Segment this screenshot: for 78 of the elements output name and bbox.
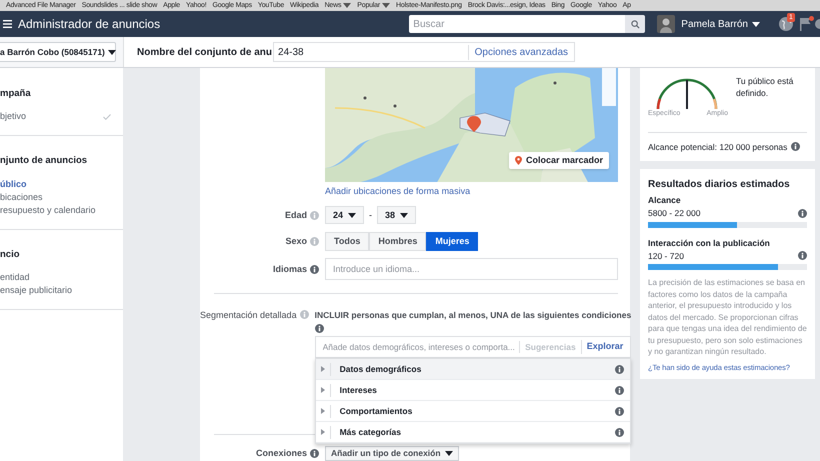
connection-type-button[interactable]: Añadir un tipo de conexión <box>325 446 459 461</box>
info-icon <box>615 386 624 394</box>
category-item[interactable]: Datos demográficos <box>316 359 630 380</box>
flag-icon[interactable] <box>800 17 812 31</box>
field-label: Conexiones <box>256 446 307 460</box>
expand-icon <box>320 408 325 414</box>
search-field[interactable]: Buscar <box>409 15 626 33</box>
place-marker-button[interactable]: Colocar marcador <box>508 152 609 169</box>
user-menu[interactable]: Pamela Barrón <box>681 16 760 32</box>
gender-option[interactable]: Todos <box>325 232 370 252</box>
audience-status: Tu público está definido. <box>736 75 794 100</box>
account-selector[interactable]: a Barrón Cobo (50845171) <box>0 42 116 62</box>
info-icon <box>798 251 807 260</box>
caret-icon <box>108 50 116 54</box>
info-icon <box>310 237 319 246</box>
expand-icon <box>320 387 325 393</box>
avatar[interactable] <box>657 15 676 33</box>
field-label: Sexo <box>285 235 307 248</box>
section-title: njunto de anuncios <box>0 154 88 168</box>
range-separator: - <box>369 208 372 222</box>
age-dropdown[interactable]: 24 <box>325 206 364 224</box>
field-label: Nombre del conjunto de anu <box>137 46 272 60</box>
metric-name: Interacción con la publicación <box>648 236 771 250</box>
gender-option[interactable]: Mujeres <box>426 232 478 252</box>
expand-icon <box>320 429 325 435</box>
pin-icon <box>514 156 522 165</box>
category-item[interactable]: Intereses <box>316 380 630 401</box>
expand-icon <box>320 366 325 372</box>
browse-link[interactable]: Explorar <box>580 340 624 354</box>
estimates-note: La precisión de las estimaciones se basa en factores como los datos de la campaña anterior, el presupuesto introducido y los datos del mercado. Se proporcionan cifras para que tengas una idea del rendimiento de tu presupuesto, pero son solo estimaciones y no garantizan ningún resultado. <box>648 277 807 358</box>
caret-icon <box>343 3 352 8</box>
info-icon <box>798 208 807 218</box>
section-title: ncio <box>0 248 21 262</box>
info-icon <box>791 142 800 152</box>
info-icon <box>314 324 324 333</box>
bulk-locations-link[interactable]: Añadir ubicaciones de forma masiva <box>325 184 470 198</box>
search-button[interactable] <box>625 15 646 33</box>
language-field[interactable]: Introduce un idioma... <box>325 258 618 280</box>
age-dropdown[interactable]: 38 <box>377 206 416 224</box>
caret-icon <box>382 3 390 8</box>
section-title: mpaña <box>0 87 32 101</box>
category-item[interactable]: Más categorías <box>316 422 630 443</box>
field-label: Edad <box>284 208 307 222</box>
sidebar-item[interactable]: bjetivo <box>0 110 123 124</box>
caret-icon <box>348 212 356 218</box>
menu-icon[interactable] <box>3 20 12 28</box>
sidebar-item[interactable]: entidad <box>0 270 123 284</box>
check-icon <box>103 114 111 120</box>
sidebar-item[interactable]: ensaje publicitario <box>0 284 123 297</box>
advanced-options-link[interactable]: Opciones avanzadas <box>468 44 574 60</box>
targeting-field[interactable]: Añade datos demográficos, intereses o comporta... Sugerencias Explorar <box>314 336 632 358</box>
name-field[interactable]: 24-38 Opciones avanzadas <box>273 42 576 62</box>
metric-name: Alcance <box>648 194 682 207</box>
info-icon <box>310 449 319 458</box>
app-title: Administrador de anuncios <box>18 16 160 33</box>
info-icon <box>615 428 624 436</box>
sidebar-item[interactable]: úblico <box>0 178 123 190</box>
info-icon <box>310 210 319 220</box>
card-title: Resultados diarios estimados <box>648 178 791 192</box>
info-icon <box>300 310 309 320</box>
metric-range: 5800 - 22 000 <box>648 207 700 220</box>
info-icon <box>310 264 319 274</box>
condition-text: INCLUIR personas que cumplan, al menos, UNA de las siguientes condiciones <box>314 309 632 322</box>
sidebar-item[interactable]: resupuesto y calendario <box>0 204 123 216</box>
metric-range: 120 - 720 <box>648 250 684 262</box>
gender-option[interactable]: Hombres <box>369 232 426 252</box>
caret-icon <box>444 451 453 456</box>
settings-icon[interactable] <box>814 18 820 30</box>
category-item[interactable]: Comportamientos <box>316 401 630 422</box>
caret-icon <box>400 212 408 218</box>
caret-icon <box>752 22 760 26</box>
info-icon <box>615 364 624 374</box>
search-icon[interactable] <box>630 20 640 28</box>
field-label: Segmentación detallada <box>200 309 297 322</box>
potential-reach: Alcance potencial: 120 000 personas <box>648 140 788 154</box>
info-icon <box>615 406 624 416</box>
field-label: Idiomas <box>272 262 307 276</box>
sidebar-item[interactable]: bicaciones <box>0 190 123 204</box>
